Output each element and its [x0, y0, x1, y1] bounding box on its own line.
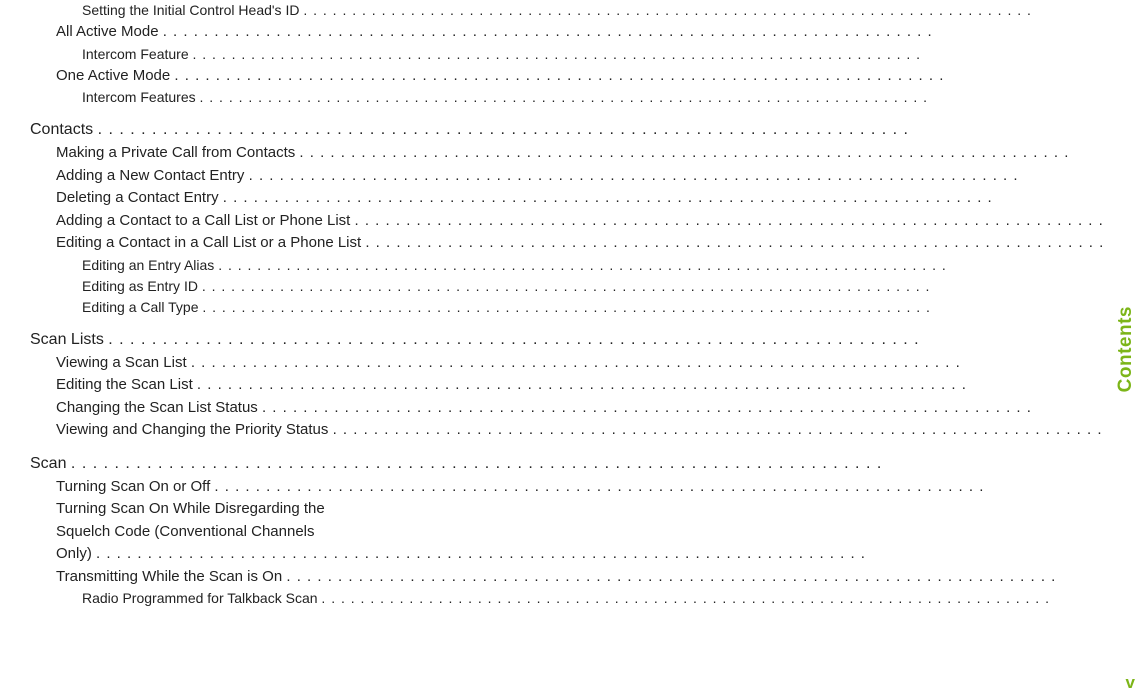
toc-entry: Contacts 40	[30, 118, 1143, 142]
toc-title: Making a Private Call from Contacts	[56, 142, 299, 165]
toc-title: Intercom Feature	[82, 44, 193, 65]
toc-title: Deleting a Contact Entry	[56, 187, 223, 210]
toc-leader	[249, 165, 1136, 188]
toc-entry: Viewing and Changing the Priority Status…	[56, 419, 1143, 442]
toc-title-line: Turning Scan On While Disregarding the	[56, 498, 1143, 521]
toc-title: Turning Scan On or Off	[56, 476, 214, 499]
toc-leader	[197, 374, 1135, 397]
toc-title: Viewing and Changing the Priority Status	[56, 419, 333, 442]
toc-entry: Changing the Scan List Status 46	[56, 397, 1143, 420]
toc-entry-row: Only) 47	[56, 543, 1143, 566]
toc-leader	[214, 476, 1135, 499]
toc-title: Editing a Contact in a Call List or a Ph…	[56, 232, 365, 255]
toc-leader	[202, 297, 1136, 318]
toc-column-left: Setting the Initial Control Head's ID 37…	[10, 0, 1143, 699]
toc-entry: Viewing a Scan List 45	[56, 352, 1143, 375]
toc-leader	[303, 0, 1136, 21]
toc-title: Setting the Initial Control Head's ID	[82, 0, 303, 21]
toc-title: Editing the Scan List	[56, 374, 197, 397]
toc-entry: Adding a Contact to a Call List or Phone…	[56, 210, 1143, 233]
toc-entry: Setting the Initial Control Head's ID 37	[82, 0, 1143, 21]
toc-title: Adding a Contact to a Call List or Phone…	[56, 210, 355, 233]
toc-title: Only)	[56, 543, 96, 566]
toc-entry: Scan Lists 45	[30, 328, 1143, 352]
toc-leader	[71, 452, 1134, 476]
toc-title: Scan	[30, 452, 71, 476]
toc-leader	[108, 328, 1134, 352]
toc-leader	[365, 232, 1135, 255]
toc-entry: Adding a New Contact Entry 41	[56, 165, 1143, 188]
toc-title: Radio Programmed for Talkback Scan	[82, 588, 321, 609]
toc-leader	[191, 352, 1136, 375]
toc-leader	[218, 255, 1136, 276]
toc-entry: One Active Mode 38	[56, 65, 1143, 88]
toc-title: Intercom Features	[82, 87, 200, 108]
toc-entry: Transmitting While the Scan is On 47	[56, 566, 1143, 589]
toc-title: Editing a Call Type	[82, 297, 202, 318]
toc-title: Changing the Scan List Status	[56, 397, 262, 420]
toc-title: Contacts	[30, 118, 98, 142]
toc-leader	[193, 44, 1137, 65]
toc-entry: Intercom Feature 38	[82, 44, 1143, 65]
toc-entry: Deleting a Contact Entry 42	[56, 187, 1143, 210]
sidebar-label: Contents	[1115, 306, 1137, 392]
toc-entry: Radio Programmed for Talkback Scan 47	[82, 588, 1143, 609]
toc-entry: All Active Mode 38	[56, 21, 1143, 44]
toc-leader	[200, 87, 1137, 108]
toc-leader	[262, 397, 1135, 420]
toc-title: Adding a New Contact Entry	[56, 165, 249, 188]
toc-entry: Scan 47	[30, 452, 1143, 476]
toc-title: Viewing a Scan List	[56, 352, 191, 375]
sidebar-tab: Contents	[1109, 0, 1143, 699]
toc-leader	[321, 588, 1136, 609]
toc-leader	[98, 118, 1135, 142]
toc-title: Editing as Entry ID	[82, 276, 202, 297]
toc-entry: Editing the Scan List 45	[56, 374, 1143, 397]
toc-leader	[355, 210, 1136, 233]
toc-entry: Editing a Contact in a Call List or a Ph…	[56, 232, 1143, 255]
toc-title: Editing an Entry Alias	[82, 255, 218, 276]
toc-entry: Editing a Call Type 44	[82, 297, 1143, 318]
toc-leader	[163, 21, 1136, 44]
toc-title: Transmitting While the Scan is On	[56, 566, 286, 589]
toc-entry: Turning Scan On or Off 47	[56, 476, 1143, 499]
toc-title-line: Squelch Code (Conventional Channels	[56, 521, 1143, 544]
toc-title: One Active Mode	[56, 65, 174, 88]
toc-leader	[286, 566, 1135, 589]
toc-title: All Active Mode	[56, 21, 163, 44]
toc-page: Setting the Initial Control Head's ID 37…	[0, 0, 1143, 699]
toc-leader	[174, 65, 1135, 88]
toc-entry: Making a Private Call from Contacts 40	[56, 142, 1143, 165]
page-number: v	[1126, 673, 1135, 693]
toc-entry: Editing as Entry ID 44	[82, 276, 1143, 297]
toc-leader	[96, 543, 1135, 566]
toc-leader	[202, 276, 1137, 297]
toc-leader	[223, 187, 1136, 210]
toc-leader	[299, 142, 1135, 165]
toc-entry: Turning Scan On While Disregarding theSq…	[56, 498, 1143, 566]
toc-entry: Editing an Entry Alias 43	[82, 255, 1143, 276]
toc-leader	[333, 419, 1136, 442]
toc-title: Scan Lists	[30, 328, 108, 352]
toc-entry: Intercom Features 39	[82, 87, 1143, 108]
